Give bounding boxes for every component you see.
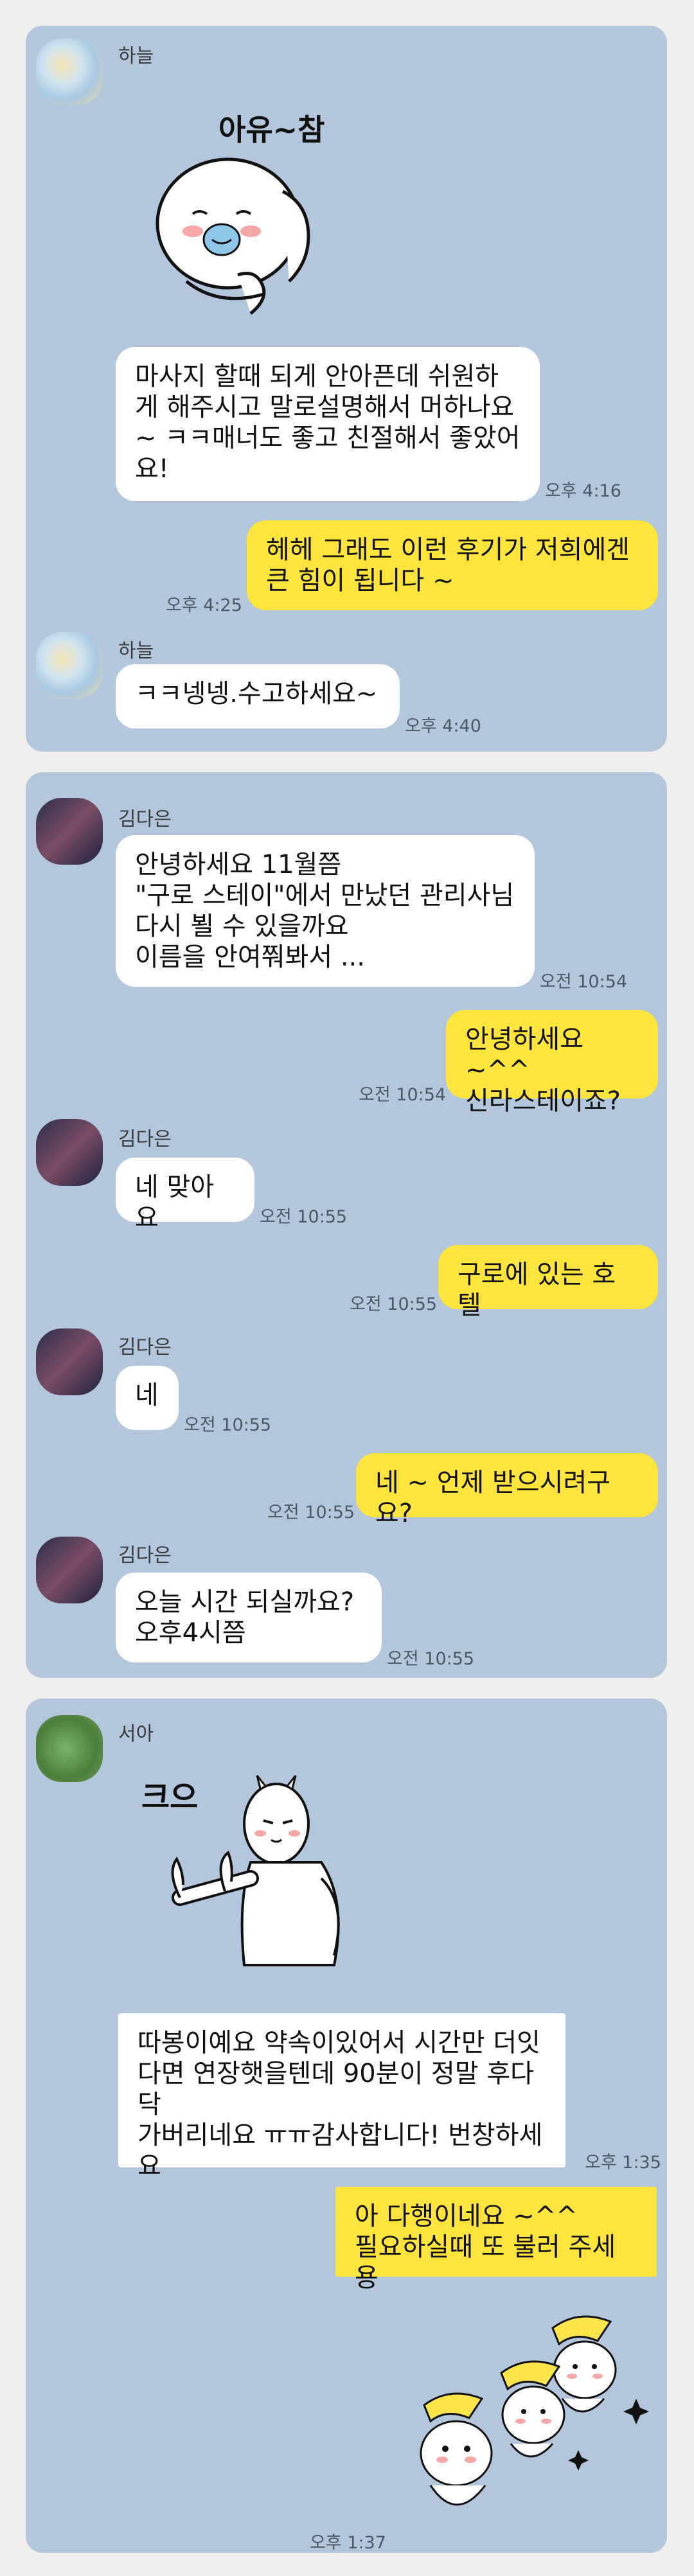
message-bubble[interactable]: 헤헤 그래도 이런 후기가 저희에겐 큰 힘이 됩니다 ~ bbox=[247, 520, 658, 610]
avatar-kimdaeun[interactable] bbox=[36, 1328, 103, 1395]
sender-name: 하늘 bbox=[118, 640, 154, 662]
avatar-kimdaeun[interactable] bbox=[36, 1537, 103, 1603]
sender-name: 서아 bbox=[118, 1723, 154, 1745]
avatar-kimdaeun[interactable] bbox=[36, 1119, 103, 1186]
chat-panel-2: 김다은 안녕하세요 11월쯤 "구로 스테이"에서 만났던 관리사님 다시 뵐 … bbox=[26, 772, 667, 1678]
message-time: 오전 10:55 bbox=[387, 1649, 475, 1669]
sticker-ayu[interactable]: 아유~참 bbox=[148, 82, 341, 326]
message-bubble[interactable]: 네 맞아요 bbox=[116, 1158, 254, 1233]
message-time: 오후 1:35 bbox=[585, 2153, 661, 2173]
message-time: 오전 10:55 bbox=[184, 1415, 272, 1435]
chat-panel-1: 하늘 아유~참 마사지 할때 되게 안아픈데 쉬원하 게 해주시고 말로설명해서… bbox=[26, 26, 667, 752]
avatar-haneul[interactable] bbox=[36, 39, 103, 105]
message-time: 오후 4:40 bbox=[405, 716, 481, 736]
message-time: 오전 10:55 bbox=[267, 1503, 355, 1522]
sender-name: 김다은 bbox=[118, 1544, 172, 1567]
sticker-caption: 크으 bbox=[141, 1779, 198, 1815]
avatar-haneul[interactable] bbox=[36, 632, 103, 699]
message-time: 오전 10:54 bbox=[359, 1085, 447, 1105]
message-bubble[interactable]: 아 다행이네요 ~^^ 필요하실때 또 불러 주세용 bbox=[335, 2187, 657, 2293]
message-time: 오후 4:16 bbox=[545, 481, 621, 501]
message-time: 오후 4:25 bbox=[166, 595, 242, 615]
message-bubble[interactable]: 마사지 할때 되게 안아픈데 쉬원하 게 해주시고 말로설명해서 머하나요 ~ … bbox=[116, 347, 540, 501]
sticker-caption: 아유~참 bbox=[218, 112, 325, 147]
sender-name: 김다은 bbox=[118, 1336, 172, 1359]
sender-name: 김다은 bbox=[118, 1128, 172, 1151]
sender-name: 하늘 bbox=[118, 45, 154, 67]
message-bubble[interactable]: 오늘 시간 되실까요? 오후4시쯤 bbox=[116, 1573, 382, 1663]
message-time: 오전 10:55 bbox=[350, 1294, 438, 1314]
sender-name: 김다은 bbox=[118, 808, 172, 831]
sticker-keu[interactable]: 크으 bbox=[129, 1756, 411, 2000]
message-bubble[interactable]: 안녕하세요 11월쯤 "구로 스테이"에서 만났던 관리사님 다시 뵐 수 있을… bbox=[116, 835, 535, 987]
message-bubble[interactable]: 구로에 있는 호텔 bbox=[438, 1245, 658, 1320]
message-time: 오후 1:37 bbox=[310, 2533, 386, 2553]
message-bubble[interactable]: ㅋㅋ넹넹.수고하세요~ bbox=[116, 664, 400, 728]
message-bubble[interactable]: 네 bbox=[116, 1366, 179, 1430]
sticker-bunnies[interactable] bbox=[392, 2302, 662, 2534]
message-time: 오전 10:54 bbox=[540, 972, 628, 992]
message-bubble[interactable]: 따봉이예요 약속이있어서 시간만 더잇 다면 연장햇을텐데 90분이 정말 후다… bbox=[118, 2013, 565, 2181]
avatar-seoa[interactable] bbox=[36, 1715, 103, 1782]
chat-panel-3: 서아 크으 따봉이예요 약속이있어서 시간만 더잇 다면 연장햇을텐데 90분이… bbox=[26, 1698, 667, 2553]
avatar-kimdaeun[interactable] bbox=[36, 798, 103, 865]
message-bubble[interactable]: 안녕하세요 ~^^ 신라스테이죠? bbox=[446, 1010, 658, 1116]
message-bubble[interactable]: 네 ~ 언제 받으시려구요? bbox=[356, 1453, 658, 1528]
message-time: 오전 10:55 bbox=[260, 1207, 348, 1227]
